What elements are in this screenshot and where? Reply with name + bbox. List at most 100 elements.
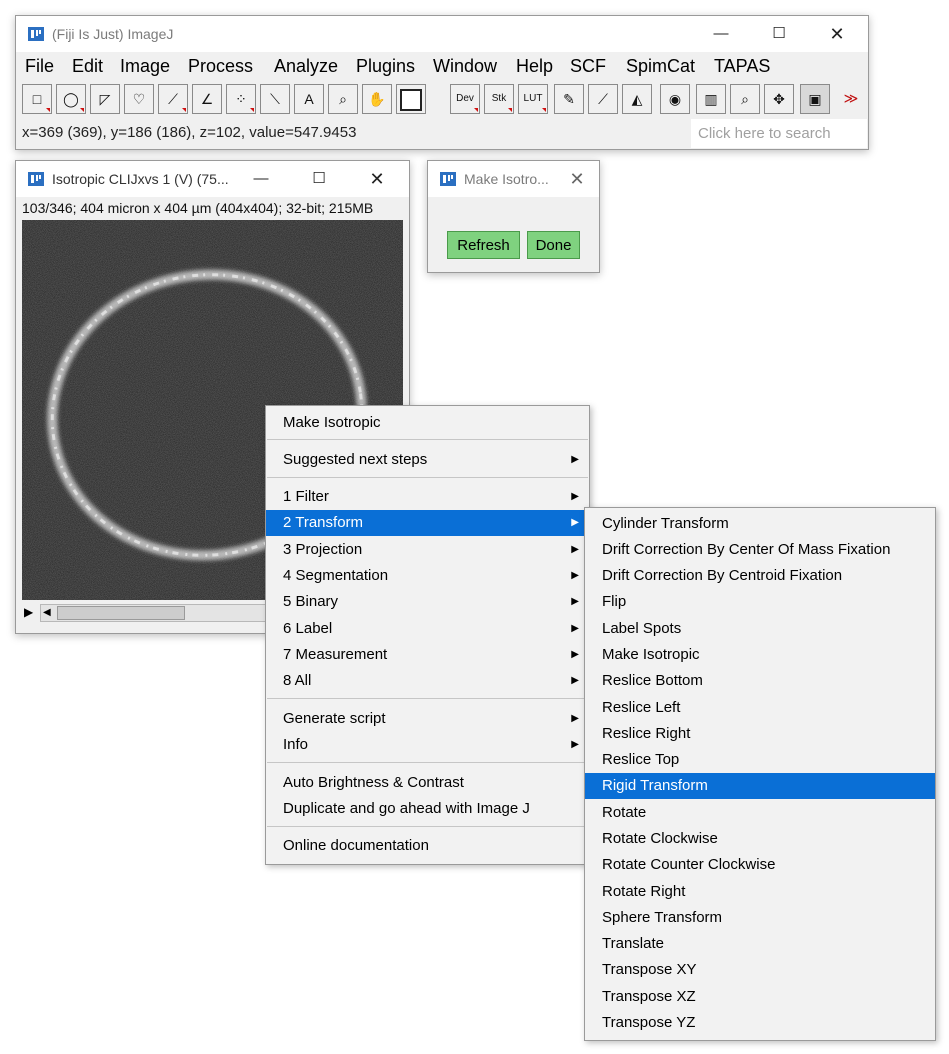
menu-scf[interactable]: SCF [570,56,606,77]
menu-spimcat[interactable]: SpimCat [626,56,695,77]
oval-tool-icon[interactable]: ◯ [56,84,86,114]
menu-image[interactable]: Image [120,56,170,77]
dialog-title-bar[interactable]: Make Isotro... ✕ [428,161,599,197]
play-icon[interactable]: ▶ [24,605,33,619]
submenu-item[interactable]: Make Isotropic [585,642,935,668]
scrollbar-thumb[interactable] [57,606,185,620]
submenu-arrow-icon: ▶ [571,454,579,465]
image-info: 103/346; 404 micron x 404 µm (404x404); … [22,200,374,216]
submenu-item[interactable]: Transpose YZ [585,1010,935,1036]
close-icon[interactable]: ✕ [814,16,860,52]
menu-item-auto-brightness-contrast[interactable]: Auto Brightness & Contrast [266,770,589,796]
main-window-title: (Fiji Is Just) ImageJ [52,26,174,42]
polygon-tool-icon[interactable]: ◸ [90,84,120,114]
menu-item-transform[interactable]: 2 Transform ▶ [266,510,589,536]
lut-bar-tool-icon[interactable]: ▥ [696,84,726,114]
submenu-item[interactable]: Rotate Right [585,879,935,905]
fiji-app-icon [28,172,44,186]
minimize-icon[interactable]: — [238,161,284,197]
fiji-app-icon [440,172,456,186]
hand-tool-icon[interactable]: ✋ [362,84,392,114]
maximize-icon[interactable]: ☐ [756,16,802,52]
submenu-item[interactable]: Sphere Transform [585,905,935,931]
submenu-item[interactable]: Translate [585,931,935,957]
more-tools-icon[interactable]: ≫ [836,84,866,114]
submenu-item[interactable]: Reslice Right [585,721,935,747]
search-input[interactable]: Click here to search [691,119,867,148]
menu-item-online-documentation[interactable]: Online documentation [266,833,589,859]
submenu-item[interactable]: Flip [585,589,935,615]
submenu-item[interactable]: Rotate Clockwise [585,826,935,852]
menu-item-duplicate[interactable]: Duplicate and go ahead with Image J [266,796,589,822]
menu-item-filter[interactable]: 1 Filter ▶ [266,484,589,510]
submenu-item[interactable]: Transpose XZ [585,984,935,1010]
pencil-tool-icon[interactable]: ✎ [554,84,584,114]
minimize-icon[interactable]: — [698,16,744,52]
refresh-button[interactable]: Refresh [447,231,520,259]
menu-item-binary[interactable]: 5 Binary ▶ [266,589,589,615]
submenu-item[interactable]: Label Spots [585,616,935,642]
lut-tool[interactable]: LUT [518,84,548,114]
context-menu: Make Isotropic Suggested next steps ▶ 1 F… [265,405,590,865]
menu-bar: File Edit Image Process Analyze Plugins … [16,52,868,80]
menu-process[interactable]: Process [188,56,253,77]
menu-item-generate-script[interactable]: Generate script ▶ [266,706,589,732]
menu-tapas[interactable]: TAPAS [714,56,770,77]
submenu-item[interactable]: Reslice Bottom [585,668,935,694]
submenu-arrow-icon: ▶ [571,649,579,660]
overlay-tool-icon[interactable]: ▣ [800,84,830,114]
freehand-tool-icon[interactable]: ♡ [124,84,154,114]
submenu-item[interactable]: Rotate Counter Clockwise [585,852,935,878]
line-tool-icon[interactable]: ⟋ [158,84,188,114]
menu-window[interactable]: Window [433,56,497,77]
submenu-item[interactable]: Transpose XY [585,957,935,983]
brush-tool-icon[interactable]: ⟋ [588,84,618,114]
submenu-item[interactable]: Drift Correction By Center Of Mass Fixat… [585,537,935,563]
camera-tool-icon[interactable]: ◉ [660,84,690,114]
menu-help[interactable]: Help [516,56,553,77]
submenu-item[interactable]: Reslice Top [585,747,935,773]
menu-separator [267,477,588,478]
submenu-item-selected[interactable]: Rigid Transform [585,773,935,799]
flood-fill-tool-icon[interactable]: ◭ [622,84,652,114]
submenu-item[interactable]: Cylinder Transform [585,511,935,537]
zoom-tool-icon[interactable]: ⌕ [730,84,760,114]
submenu-item[interactable]: Drift Correction By Centroid Fixation [585,563,935,589]
image-title-bar[interactable]: Isotropic CLIJxvs 1 (V) (75... — ☐ ✕ [16,161,409,197]
menu-item-make-isotropic[interactable]: Make Isotropic [266,410,589,436]
move-tool-icon[interactable]: ✥ [764,84,794,114]
menu-item-suggested-next-steps[interactable]: Suggested next steps ▶ [266,447,589,473]
maximize-icon[interactable]: ☐ [296,161,342,197]
scroll-left-icon[interactable]: ◀ [43,605,51,621]
submenu-arrow-icon: ▶ [571,739,579,750]
submenu-item[interactable]: Reslice Left [585,695,935,721]
wand-tool-icon[interactable]: ⟍ [260,84,290,114]
close-icon[interactable]: ✕ [554,161,600,197]
dev-tool[interactable]: Dev [450,84,480,114]
menu-separator [267,762,588,763]
menu-file[interactable]: File [25,56,54,77]
menu-item-all[interactable]: 8 All ▶ [266,668,589,694]
menu-item-label[interactable]: 6 Label ▶ [266,616,589,642]
menu-item-projection[interactable]: 3 Projection ▶ [266,537,589,563]
stk-tool[interactable]: Stk [484,84,514,114]
close-icon[interactable]: ✕ [354,161,400,197]
main-title-bar[interactable]: (Fiji Is Just) ImageJ — ☐ ✕ [16,16,868,52]
menu-item-segmentation[interactable]: 4 Segmentation ▶ [266,563,589,589]
submenu-arrow-icon: ▶ [571,544,579,555]
angle-tool-icon[interactable]: ∠ [192,84,222,114]
menu-analyze[interactable]: Analyze [274,56,338,77]
rectangle-tool-icon[interactable]: □ [22,84,52,114]
menu-item-measurement[interactable]: 7 Measurement ▶ [266,642,589,668]
menu-separator [267,698,588,699]
submenu-arrow-icon: ▶ [571,596,579,607]
color-picker-tool-icon[interactable] [396,84,426,114]
menu-plugins[interactable]: Plugins [356,56,415,77]
magnifier-tool-icon[interactable]: ⌕ [328,84,358,114]
done-button[interactable]: Done [527,231,580,259]
submenu-item[interactable]: Rotate [585,800,935,826]
text-tool-icon[interactable]: A [294,84,324,114]
menu-item-info[interactable]: Info ▶ [266,732,589,758]
multipoint-tool-icon[interactable]: ⁘ [226,84,256,114]
menu-edit[interactable]: Edit [72,56,103,77]
